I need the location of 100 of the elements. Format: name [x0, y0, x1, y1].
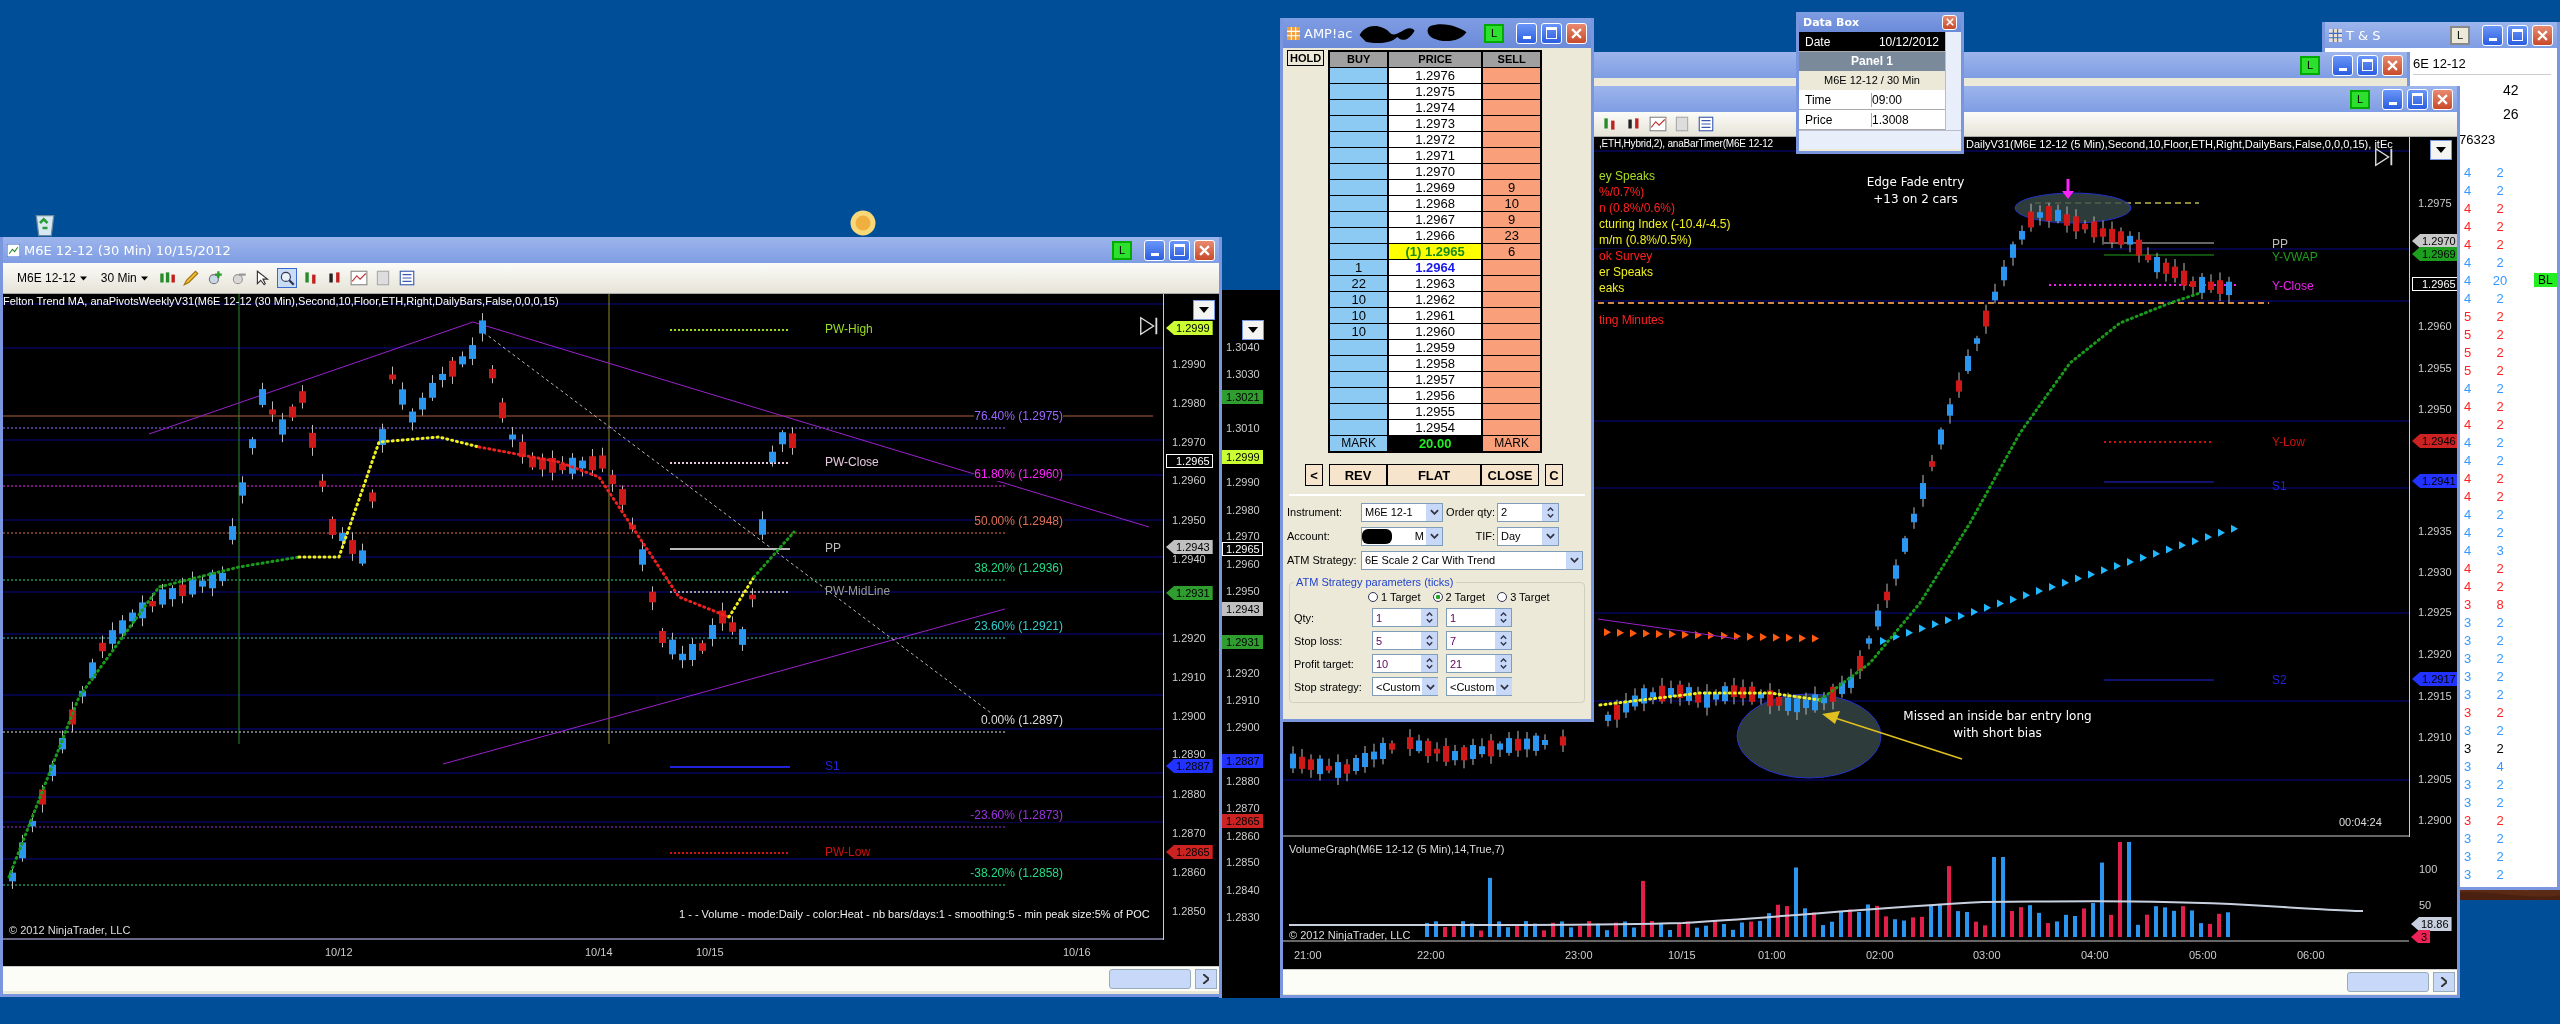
price-cell[interactable]: 1.2969	[1388, 180, 1483, 196]
fibonacci-label: 76.40% (1.2975)	[974, 409, 1063, 423]
number-spinner[interactable]: 5	[1372, 631, 1438, 650]
axis-label: 10/15	[696, 946, 724, 958]
level-label: PP	[825, 541, 841, 555]
stop-strategy-dropdown[interactable]: <Custom	[1446, 677, 1512, 696]
trade-price: 4	[2464, 578, 2473, 594]
instrument-dropdown[interactable]: M6E 12-1	[1361, 502, 1443, 522]
indicator-title: VolumeGraph(M6E 12-12 (5 Min),14,True,7)	[1289, 843, 1505, 855]
axis-label: 01:00	[1758, 949, 1786, 961]
trade-price: 4	[2464, 542, 2473, 558]
level-label: Y-Low	[2272, 435, 2305, 449]
price-cell[interactable]: 1.2962	[1388, 292, 1483, 308]
axis-label: 1.2950	[1172, 514, 1206, 526]
bid-size-cell[interactable]: 1	[1329, 260, 1389, 276]
price-cell[interactable]: 1.2973	[1388, 116, 1483, 132]
trade-size: 2	[2495, 650, 2505, 666]
trade-size: 2	[2495, 200, 2505, 216]
ask-size-cell[interactable]: 9	[1482, 212, 1542, 228]
price-cell[interactable]: 1.2964	[1388, 260, 1483, 276]
field-label: Order qty:	[1445, 506, 1495, 518]
level-label: S1	[825, 759, 840, 773]
instrument-field[interactable]: 6E 12-12	[2413, 56, 2551, 75]
flatten-button[interactable]: FLAT	[1387, 464, 1481, 486]
interval-dropdown[interactable]: 30 Min	[96, 271, 152, 285]
axis-label: 1.2960	[2418, 320, 2452, 332]
mark-button[interactable]: MARK	[1329, 436, 1389, 452]
target-radio[interactable]: 1 Target	[1368, 591, 1421, 603]
target-radio[interactable]: 2 Target	[1432, 591, 1486, 603]
price-cell[interactable]: 1.2960	[1388, 324, 1483, 340]
trade-price: 4	[2464, 182, 2473, 198]
connection-button[interactable]: L	[1484, 23, 1504, 43]
trade-price: 4	[2464, 290, 2473, 306]
hold-button[interactable]: HOLD	[1287, 50, 1325, 66]
price-cell[interactable]: 1.2972	[1388, 132, 1483, 148]
price-tag: 1.2943	[1222, 602, 1263, 616]
axis-label: 1.2915	[2418, 690, 2452, 702]
bid-size-cell[interactable]: 10	[1329, 292, 1389, 308]
stop-strategy-dropdown[interactable]: <Custom	[1372, 677, 1438, 696]
connection-button[interactable]: L	[2450, 25, 2470, 45]
price-cell[interactable]: 1.2970	[1388, 164, 1483, 180]
ask-size-cell[interactable]: 10	[1482, 196, 1542, 212]
price-cell[interactable]: 1.2959	[1388, 340, 1483, 356]
axis-label: 1.2960	[1226, 558, 1260, 570]
price-cell[interactable]: 1.2958	[1388, 356, 1483, 372]
price-cell[interactable]: 1.2968	[1388, 196, 1483, 212]
back-button[interactable]: <	[1305, 464, 1323, 486]
price-tag: 1.2946	[2412, 434, 2457, 448]
news-event-label: ting Minutes	[1599, 313, 1664, 327]
price-cell[interactable]: 1.2974	[1388, 100, 1483, 116]
bid-size-cell[interactable]: 10	[1329, 324, 1389, 340]
price-cell[interactable]: 1.2976	[1388, 68, 1483, 84]
price-cell[interactable]: 1.2954	[1388, 420, 1483, 436]
atm-strategy-dropdown[interactable]: 6E Scale 2 Car With Trend	[1361, 550, 1583, 570]
axis-label: 1.2935	[2418, 525, 2452, 537]
price-cell[interactable]: 1.2963	[1388, 276, 1483, 292]
number-spinner[interactable]: 21	[1446, 654, 1512, 673]
axis-label: 1.2900	[1172, 710, 1206, 722]
field-label: Stop strategy:	[1294, 680, 1363, 693]
number-spinner[interactable]: 10	[1372, 654, 1438, 673]
ask-size-cell[interactable]: 9	[1482, 180, 1542, 196]
number-spinner[interactable]: 1	[1446, 608, 1512, 627]
ask-size-cell[interactable]: 6	[1482, 244, 1542, 260]
trade-price: 4	[2464, 218, 2473, 234]
news-event-label: ok Survey	[1599, 249, 1653, 263]
mark-button[interactable]: MARK	[1482, 436, 1542, 452]
price-cell[interactable]: 1.2971	[1388, 148, 1483, 164]
trade-price: 4	[2464, 380, 2473, 396]
bid-size-cell[interactable]: 10	[1329, 308, 1389, 324]
axis-label: 1.2920	[2418, 648, 2452, 660]
price-cell[interactable]: 1.2956	[1388, 388, 1483, 404]
summary-cell: 26	[2503, 106, 2519, 122]
close-position-button[interactable]: CLOSE	[1481, 464, 1539, 486]
ask-size-cell[interactable]: 23	[1482, 228, 1542, 244]
price-cell[interactable]: 1.2955	[1388, 404, 1483, 420]
axis-label: 1.2950	[2418, 403, 2452, 415]
number-spinner[interactable]: 1	[1372, 608, 1438, 627]
number-spinner[interactable]: 7	[1446, 631, 1512, 650]
annotation-text: Missed an inside bar entry long	[1903, 709, 2092, 723]
price-cell[interactable]: 1.2975	[1388, 84, 1483, 100]
price-cell[interactable]: 1.2967	[1388, 212, 1483, 228]
account-dropdown[interactable]: M	[1361, 526, 1443, 546]
axis-label: 04:00	[2081, 949, 2109, 961]
price-cell[interactable]: 1.2961	[1388, 308, 1483, 324]
price-cell[interactable]: (1) 1.2965	[1388, 244, 1483, 260]
price-cell[interactable]: 1.2966	[1388, 228, 1483, 244]
trade-price: 3	[2464, 866, 2473, 882]
cancel-button[interactable]: C	[1545, 464, 1563, 486]
axis-label: 10/15	[1668, 949, 1696, 961]
tif-dropdown[interactable]: Day	[1497, 526, 1559, 546]
field-label: TIF:	[1474, 530, 1495, 542]
price-cell[interactable]: 1.2957	[1388, 372, 1483, 388]
fibonacci-label: 50.00% (1.2948)	[974, 514, 1063, 528]
target-radio[interactable]: 3 Target	[1497, 591, 1550, 603]
order-qty-spinner[interactable]: 2	[1497, 502, 1559, 522]
reverse-button[interactable]: REV	[1329, 464, 1387, 486]
trade-size: 2	[2495, 290, 2505, 306]
bid-size-cell[interactable]: 22	[1329, 276, 1389, 292]
axis-label: 1.2970	[1226, 530, 1260, 542]
instrument-dropdown[interactable]: M6E 12-12	[13, 271, 91, 285]
